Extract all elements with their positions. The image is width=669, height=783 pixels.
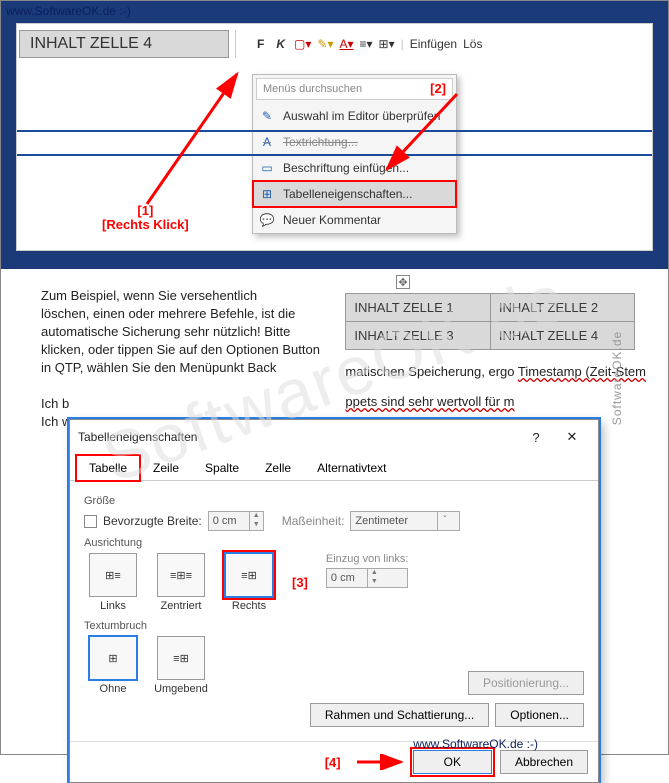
mini-format-toolbar: F K ▢▾ ✎▾ A▾ ≡▾ ⊞▾ | Einfügen Lös xyxy=(246,33,490,55)
group-size-label: Größe xyxy=(84,495,584,507)
pref-width-checkbox[interactable] xyxy=(84,515,97,528)
wrap-none-option[interactable]: ⊞ Ohne xyxy=(84,636,142,695)
menu-item-table-properties[interactable]: ⊞ Tabelleneigenschaften... xyxy=(253,181,456,207)
pen-icon: ✎ xyxy=(259,108,275,124)
italic-button[interactable]: K xyxy=(273,37,288,51)
table-move-handle[interactable]: ✥ xyxy=(396,275,410,289)
table-cell-4: INHALT ZELLE 4 xyxy=(19,30,229,58)
annotation-3: [3] xyxy=(292,575,308,590)
unit-select[interactable]: ⌄ xyxy=(350,511,460,531)
tab-zeile[interactable]: Zeile xyxy=(140,455,192,481)
dialog-tabs: Tabelle Zeile Spalte Zelle Alternativtex… xyxy=(70,454,598,481)
pref-width-label: Bevorzugte Breite: xyxy=(103,514,202,528)
group-wrap-label: Textumbruch xyxy=(84,620,584,632)
indent-spinner[interactable]: ▲▼ xyxy=(326,568,409,588)
sample-table: INHALT ZELLE 1INHALT ZELLE 2 INHALT ZELL… xyxy=(345,293,635,350)
font-color-icon[interactable]: ▢▾ xyxy=(294,37,311,51)
dialog-close-button[interactable]: ✕ xyxy=(554,426,590,448)
document-text: Zum Beispiel, wenn Sie versehentlich lös… xyxy=(41,287,327,439)
panel-top-screenshot: INHALT ZELLE 4 F K ▢▾ ✎▾ A▾ ≡▾ ⊞▾ | Einf… xyxy=(16,23,653,251)
dialog-help-button[interactable]: ? xyxy=(518,426,554,448)
cancel-button[interactable]: Abbrechen xyxy=(500,750,588,774)
indent-label: Einzug von links: xyxy=(326,553,409,565)
table-props-icon: ⊞ xyxy=(259,186,275,202)
align-right-option[interactable]: ≡⊞ Rechts xyxy=(220,553,278,612)
unit-label: Maßeinheit: xyxy=(282,514,345,528)
tab-zelle[interactable]: Zelle xyxy=(252,455,304,481)
borders-shading-button[interactable]: Rahmen und Schattierung... xyxy=(310,703,489,727)
bold-button[interactable]: F xyxy=(254,37,267,51)
pref-width-spinner[interactable]: ▲▼ xyxy=(208,511,264,531)
tab-tabelle[interactable]: Tabelle xyxy=(76,455,140,481)
tab-spalte[interactable]: Spalte xyxy=(192,455,252,481)
annotation-4: [4] xyxy=(325,755,341,770)
align-center-option[interactable]: ≡⊞≡ Zentriert xyxy=(152,553,210,612)
watermark-bottom: www.SoftwareOK.de :-) xyxy=(413,737,538,751)
insert-menu[interactable]: Einfügen xyxy=(410,37,457,51)
group-align-label: Ausrichtung xyxy=(84,537,584,549)
table-insert-icon[interactable]: ⊞▾ xyxy=(379,37,395,51)
tab-alternativtext[interactable]: Alternativtext xyxy=(304,455,399,481)
underline-color-icon[interactable]: A▾ xyxy=(339,37,353,51)
annotation-2: [2] xyxy=(430,81,446,96)
watermark-side: SoftwareOK.de xyxy=(610,330,624,424)
caption-icon: ▭ xyxy=(259,160,275,176)
positioning-button: Positionierung... xyxy=(468,671,584,695)
textdir-icon: A xyxy=(259,134,275,150)
watermark-top: www.SoftwareOK.de :-) xyxy=(6,4,131,18)
wrap-around-option[interactable]: ≡⊞ Umgebend xyxy=(152,636,210,695)
align-left-option[interactable]: ⊞≡ Links xyxy=(84,553,142,612)
table-properties-dialog: Tabelleneigenschaften ? ✕ Tabelle Zeile … xyxy=(69,419,599,783)
paragraph-icon[interactable]: ≡▾ xyxy=(360,37,373,51)
annotation-1: [1] [Rechts Klick] xyxy=(102,204,189,232)
ok-button[interactable]: OK xyxy=(413,750,492,774)
dialog-title: Tabelleneigenschaften xyxy=(78,430,518,444)
menu-item-new-comment[interactable]: 💬 Neuer Kommentar xyxy=(253,207,456,233)
delete-menu[interactable]: Lös xyxy=(463,37,482,51)
highlight-icon[interactable]: ✎▾ xyxy=(317,37,333,51)
comment-icon: 💬 xyxy=(259,212,275,228)
options-button[interactable]: Optionen... xyxy=(495,703,584,727)
